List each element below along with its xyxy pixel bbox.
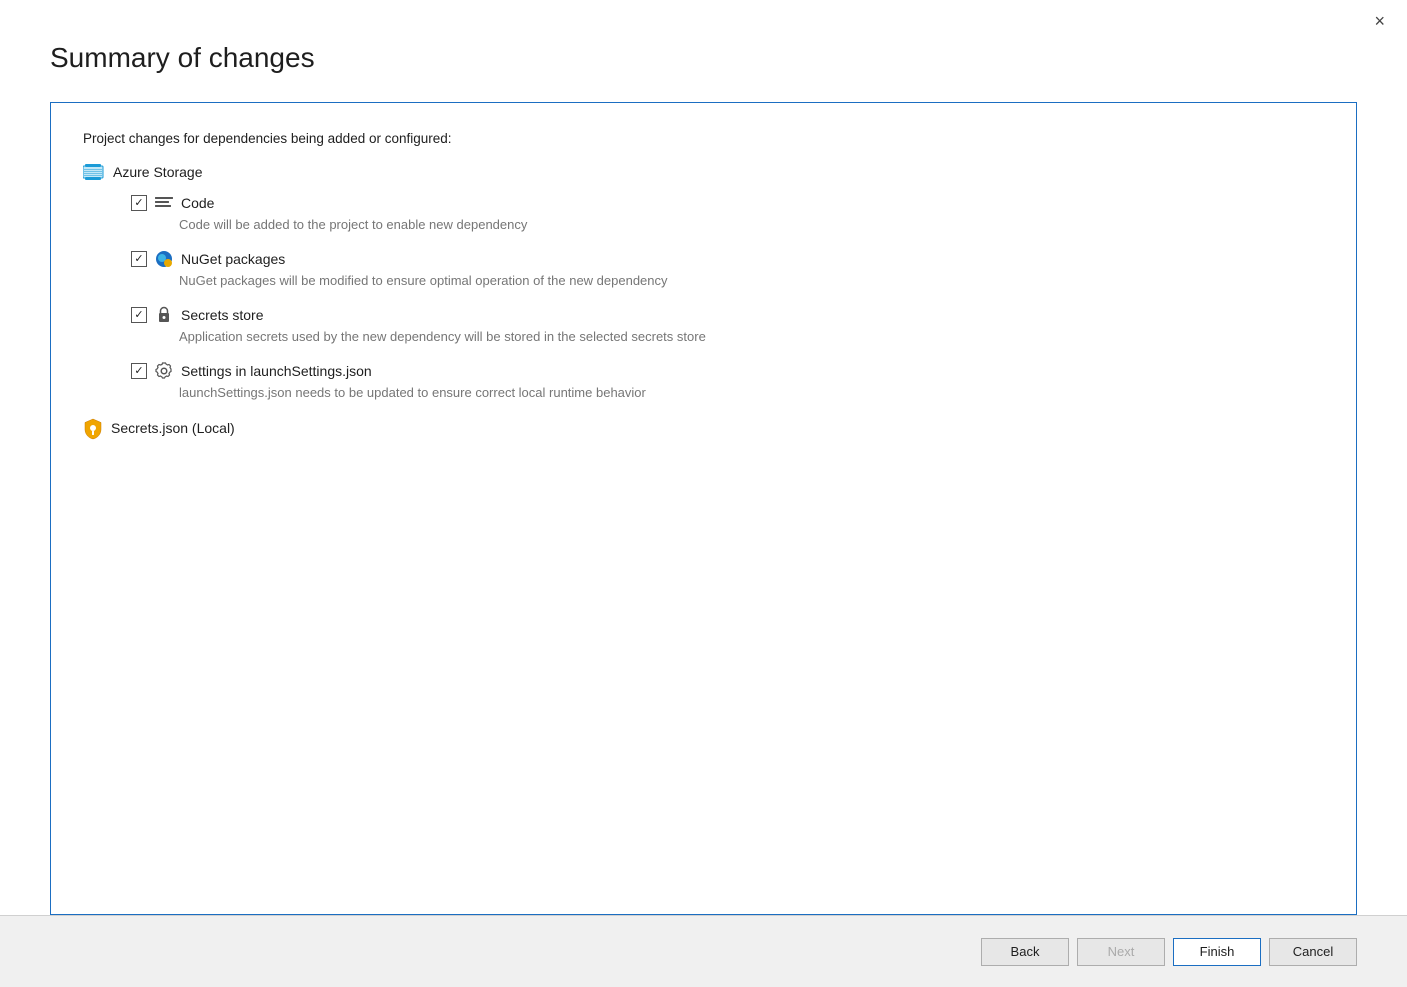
secrets-store-checkbox[interactable]: ✓: [131, 307, 147, 323]
back-button[interactable]: Back: [981, 938, 1069, 966]
azure-storage-icon: [83, 164, 105, 180]
dialog-content: Summary of changes Project changes for d…: [0, 32, 1407, 915]
code-icon: [155, 194, 173, 212]
summary-box: Project changes for dependencies being a…: [50, 102, 1357, 915]
secrets-local-label: Secrets.json (Local): [111, 420, 235, 436]
secrets-store-item: ✓ Secrets store Application secrets used…: [131, 306, 1324, 344]
cancel-button[interactable]: Cancel: [1269, 938, 1357, 966]
settings-item-header: ✓ Settings in launchSettings.json: [131, 362, 1324, 380]
code-description: Code will be added to the project to ena…: [179, 217, 1324, 232]
settings-label: Settings in launchSettings.json: [181, 363, 372, 379]
nuget-item: ✓ NuGet packages NuGet packages will be …: [131, 250, 1324, 288]
azure-storage-label: Azure Storage: [113, 164, 203, 180]
title-bar: ×: [0, 0, 1407, 32]
key-shield-icon: [83, 418, 103, 438]
tree-children: ✓ Code Code will be added to the project…: [131, 194, 1324, 400]
nuget-label: NuGet packages: [181, 251, 285, 267]
page-title: Summary of changes: [50, 42, 1357, 74]
gear-icon: [155, 362, 173, 380]
next-button[interactable]: Next: [1077, 938, 1165, 966]
secrets-store-item-header: ✓ Secrets store: [131, 306, 1324, 324]
code-checkmark: ✓: [134, 198, 143, 209]
code-item: ✓ Code Code will be added to the project…: [131, 194, 1324, 232]
settings-checkmark: ✓: [134, 366, 143, 377]
nuget-checkmark: ✓: [134, 254, 143, 265]
nuget-icon: [155, 250, 173, 268]
finish-button[interactable]: Finish: [1173, 938, 1261, 966]
footer: Back Next Finish Cancel: [0, 915, 1407, 987]
settings-description: launchSettings.json needs to be updated …: [179, 385, 1324, 400]
code-checkbox[interactable]: ✓: [131, 195, 147, 211]
settings-item: ✓ Settings in launchSettings.json launch…: [131, 362, 1324, 400]
secrets-local-node: Secrets.json (Local): [83, 418, 1324, 438]
nuget-item-header: ✓ NuGet packages: [131, 250, 1324, 268]
settings-checkbox[interactable]: ✓: [131, 363, 147, 379]
close-button[interactable]: ×: [1368, 10, 1391, 32]
secrets-store-description: Application secrets used by the new depe…: [179, 329, 1324, 344]
nuget-checkbox[interactable]: ✓: [131, 251, 147, 267]
secrets-store-label: Secrets store: [181, 307, 263, 323]
secrets-store-checkmark: ✓: [134, 310, 143, 321]
nuget-description: NuGet packages will be modified to ensur…: [179, 273, 1324, 288]
code-item-header: ✓ Code: [131, 194, 1324, 212]
azure-storage-node: Azure Storage: [83, 164, 1324, 180]
section-description: Project changes for dependencies being a…: [83, 131, 1324, 146]
code-label: Code: [181, 195, 214, 211]
lock-icon: [155, 306, 173, 324]
